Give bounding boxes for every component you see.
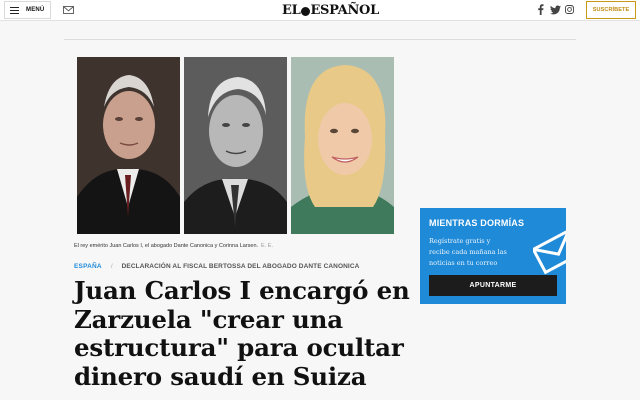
twitter-icon[interactable] bbox=[550, 5, 561, 15]
caption-text: El rey emérito Juan Carlos I, el abogado… bbox=[74, 243, 259, 249]
menu-label: MENÚ bbox=[26, 7, 45, 13]
logo-ball-icon bbox=[300, 6, 310, 16]
section-link[interactable]: ESPAÑA bbox=[74, 263, 102, 270]
photo-juan-carlos bbox=[77, 57, 180, 234]
headline-line: estructura" para ocultar bbox=[74, 333, 404, 362]
tag-separator: / bbox=[110, 263, 113, 270]
article-headline: Juan Carlos I encargó en Zarzuela "crear… bbox=[74, 276, 410, 391]
envelope-icon bbox=[533, 228, 566, 275]
headline-line: dinero saudí en Suiza bbox=[74, 361, 367, 391]
logo-text-left: EL bbox=[282, 2, 301, 18]
photo-corinna-larsen bbox=[291, 57, 394, 234]
newsletter-signup-button[interactable]: APUNTARME bbox=[429, 275, 557, 296]
instagram-icon[interactable] bbox=[565, 5, 574, 14]
caption-credit: E. E. bbox=[261, 243, 273, 249]
newsletter-box: MIENTRAS DORMÍAS Regístrate gratis y rec… bbox=[420, 208, 566, 304]
header-divider bbox=[64, 39, 576, 40]
newsletter-description: Regístrate gratis y recibe cada mañana l… bbox=[429, 236, 519, 269]
photo-dante-canonica bbox=[184, 57, 287, 234]
newsletter-text-line: Regístrate gratis y bbox=[429, 237, 491, 245]
mail-icon[interactable] bbox=[63, 5, 74, 15]
logo-text-right: ESPAÑOL bbox=[310, 2, 379, 18]
topic-link[interactable]: DECLARACIÓN AL FISCAL BERTOSSA DEL ABOGA… bbox=[122, 263, 360, 270]
headline-line: Zarzuela "crear una bbox=[74, 304, 343, 334]
headline-line: Juan Carlos I encargó en bbox=[74, 276, 410, 305]
top-header: MENÚ EL ESPAÑOL SUSCRÍBETE bbox=[0, 0, 640, 21]
newsletter-title: MIENTRAS DORMÍAS bbox=[429, 218, 525, 228]
newsletter-text-line: recibe cada mañana las bbox=[429, 248, 507, 256]
site-logo[interactable]: EL ESPAÑOL bbox=[282, 1, 379, 19]
photo-caption: El rey emérito Juan Carlos I, el abogado… bbox=[74, 243, 273, 249]
hamburger-icon bbox=[10, 6, 19, 14]
facebook-icon[interactable] bbox=[537, 4, 544, 15]
article-tags: ESPAÑA / DECLARACIÓN AL FISCAL BERTOSSA … bbox=[74, 263, 359, 270]
newsletter-text-line: noticias en tu correo bbox=[429, 259, 498, 267]
article-photo[interactable] bbox=[77, 57, 394, 234]
subscribe-button[interactable]: SUSCRÍBETE bbox=[586, 1, 636, 19]
menu-button[interactable]: MENÚ bbox=[4, 1, 51, 19]
